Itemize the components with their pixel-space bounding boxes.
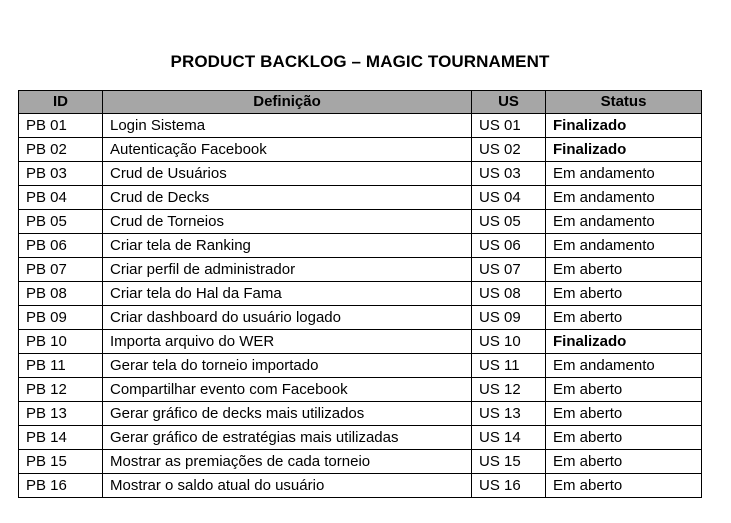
cell-id: PB 14 [18, 425, 103, 450]
cell-definition: Gerar tela do torneio importado [102, 353, 472, 378]
cell-status: Em andamento [545, 185, 702, 210]
cell-us: US 16 [471, 473, 546, 498]
table-body: PB 01 Login Sistema US 01 Finalizado PB 02 Au… [18, 113, 702, 498]
cell-definition: Crud de Torneios [102, 209, 472, 234]
cell-definition: Crud de Decks [102, 185, 472, 210]
cell-us: US 10 [471, 329, 546, 354]
cell-us: US 13 [471, 401, 546, 426]
cell-id: PB 16 [18, 473, 103, 498]
cell-status: Em andamento [545, 161, 702, 186]
cell-status: Em aberto [545, 281, 702, 306]
cell-status: Em andamento [545, 233, 702, 258]
cell-definition: Crud de Usuários [102, 161, 472, 186]
table-row: PB 08 Criar tela do Hal da Fama US 08 Em ab… [18, 281, 702, 306]
cell-definition: Mostrar as premiações de cada torneio [102, 449, 472, 474]
cell-id: PB 03 [18, 161, 103, 186]
cell-status: Em aberto [545, 473, 702, 498]
cell-us: US 04 [471, 185, 546, 210]
cell-id: PB 10 [18, 329, 103, 354]
cell-definition: Criar dashboard do usuário logado [102, 305, 472, 330]
cell-status: Em aberto [545, 257, 702, 282]
cell-status: Em aberto [545, 449, 702, 474]
cell-definition: Importa arquivo do WER [102, 329, 472, 354]
table-row: PB 12 Compartilhar evento com Facebook US … [18, 377, 702, 402]
header-status: Status [545, 90, 702, 114]
cell-id: PB 02 [18, 137, 103, 162]
cell-status: Em aberto [545, 377, 702, 402]
cell-us: US 03 [471, 161, 546, 186]
table-row: PB 01 Login Sistema US 01 Finalizado [18, 113, 702, 138]
cell-id: PB 08 [18, 281, 103, 306]
cell-us: US 05 [471, 209, 546, 234]
table-row: PB 16 Mostrar o saldo atual do usuário US … [18, 473, 702, 498]
table-row: PB 14 Gerar gráfico de estratégias mais u… [18, 425, 702, 450]
cell-status: Finalizado [545, 137, 702, 162]
header-us: US [471, 90, 546, 114]
table-row: PB 03 Crud de Usuários US 03 Em andamento [18, 161, 702, 186]
cell-us: US 07 [471, 257, 546, 282]
product-backlog-table: ID Definição US Status PB 01 Login Sistem… [18, 90, 702, 498]
cell-us: US 15 [471, 449, 546, 474]
cell-id: PB 06 [18, 233, 103, 258]
cell-status: Em aberto [545, 425, 702, 450]
table-row: PB 05 Crud de Torneios US 05 Em andamento [18, 209, 702, 234]
cell-id: PB 09 [18, 305, 103, 330]
table-row: PB 09 Criar dashboard do usuário logado US… [18, 305, 702, 330]
table-row: PB 15 Mostrar as premiações de cada torne… [18, 449, 702, 474]
table-row: PB 10 Importa arquivo do WER US 10 Finaliza… [18, 329, 702, 354]
table-header: ID Definição US Status [18, 90, 702, 114]
cell-id: PB 04 [18, 185, 103, 210]
cell-definition: Compartilhar evento com Facebook [102, 377, 472, 402]
header-id: ID [18, 90, 103, 114]
cell-definition: Autenticação Facebook [102, 137, 472, 162]
cell-id: PB 13 [18, 401, 103, 426]
cell-id: PB 05 [18, 209, 103, 234]
cell-status: Finalizado [545, 113, 702, 138]
cell-status: Finalizado [545, 329, 702, 354]
header-definition: Definição [102, 90, 472, 114]
cell-id: PB 11 [18, 353, 103, 378]
cell-us: US 06 [471, 233, 546, 258]
cell-status: Em aberto [545, 401, 702, 426]
cell-us: US 08 [471, 281, 546, 306]
table-row: PB 11 Gerar tela do torneio importado US 1… [18, 353, 702, 378]
table-row: PB 06 Criar tela de Ranking US 06 Em andame… [18, 233, 702, 258]
cell-id: PB 15 [18, 449, 103, 474]
cell-status: Em andamento [545, 209, 702, 234]
header-row: ID Definição US Status [18, 90, 702, 114]
cell-definition: Login Sistema [102, 113, 472, 138]
cell-us: US 14 [471, 425, 546, 450]
cell-definition: Criar perfil de administrador [102, 257, 472, 282]
cell-definition: Gerar gráfico de estratégias mais utiliz… [102, 425, 472, 450]
cell-definition: Criar tela de Ranking [102, 233, 472, 258]
cell-us: US 11 [471, 353, 546, 378]
document-title: PRODUCT BACKLOG – MAGIC TOURNAMENT [170, 52, 550, 71]
table-row: PB 13 Gerar gráfico de decks mais utiliza… [18, 401, 702, 426]
table-row: PB 02 Autenticação Facebook US 02 Finalizad… [18, 137, 702, 162]
cell-us: US 09 [471, 305, 546, 330]
cell-definition: Criar tela do Hal da Fama [102, 281, 472, 306]
table-row: PB 04 Crud de Decks US 04 Em andamento [18, 185, 702, 210]
cell-id: PB 12 [18, 377, 103, 402]
table-row: PB 07 Criar perfil de administrador US 07 E… [18, 257, 702, 282]
cell-status: Em andamento [545, 353, 702, 378]
cell-id: PB 07 [18, 257, 103, 282]
cell-definition: Gerar gráfico de decks mais utilizados [102, 401, 472, 426]
cell-definition: Mostrar o saldo atual do usuário [102, 473, 472, 498]
cell-us: US 01 [471, 113, 546, 138]
cell-us: US 02 [471, 137, 546, 162]
cell-id: PB 01 [18, 113, 103, 138]
cell-us: US 12 [471, 377, 546, 402]
cell-status: Em aberto [545, 305, 702, 330]
